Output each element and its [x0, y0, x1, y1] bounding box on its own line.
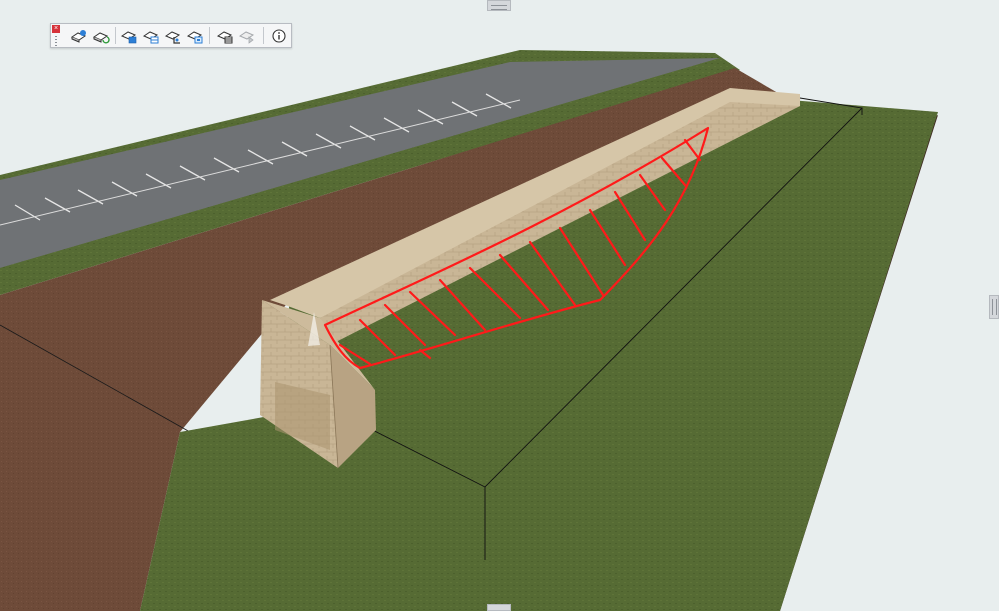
toolbar-grip[interactable]: × [52, 25, 60, 46]
info-button[interactable] [269, 26, 289, 45]
plan-view-button[interactable] [119, 26, 139, 45]
filter-cut-icon [216, 30, 233, 43]
close-icon[interactable]: × [52, 25, 60, 33]
info-icon [272, 28, 286, 43]
orbit-icon [92, 31, 110, 44]
section-view-icon [142, 30, 159, 43]
plan-view-icon [120, 30, 137, 43]
3d-navigation-toolbar: × [50, 23, 292, 48]
section-view-button[interactable] [141, 26, 161, 45]
top-resize-handle[interactable] [487, 0, 511, 11]
elevation-view-icon [164, 30, 181, 44]
3d-document-icon [186, 30, 203, 43]
3d-viewport[interactable] [0, 0, 999, 611]
show-all-disabled-icon [238, 30, 255, 44]
right-resize-handle[interactable] [989, 295, 999, 319]
elevation-view-button[interactable] [163, 26, 183, 45]
fit-in-window-icon [70, 29, 87, 43]
show-all-button[interactable] [237, 26, 257, 45]
fit-in-window-button[interactable] [69, 26, 89, 45]
orbit-button[interactable] [91, 26, 111, 45]
bottom-resize-handle[interactable] [487, 604, 511, 611]
filter-cut-button[interactable] [215, 26, 235, 45]
3d-document-button[interactable] [185, 26, 205, 45]
drag-grip-icon[interactable] [55, 36, 57, 46]
